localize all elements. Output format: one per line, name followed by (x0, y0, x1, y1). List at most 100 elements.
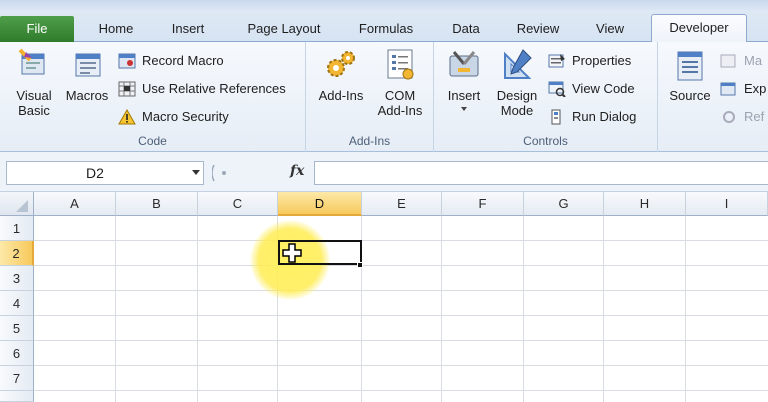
column-header-i[interactable]: I (686, 192, 768, 216)
run-dialog-button[interactable]: Run Dialog (548, 106, 636, 128)
map-properties-button[interactable]: Ma (720, 50, 762, 72)
gridline (685, 216, 686, 402)
gridline (115, 216, 116, 402)
properties-button[interactable]: Properties (548, 50, 631, 72)
use-relative-references-label: Use Relative References (142, 81, 286, 96)
select-all-corner[interactable] (0, 192, 34, 216)
row-header-5[interactable]: 5 (0, 316, 34, 341)
worksheet-grid[interactable]: A B C D E F G H I 1 2 3 4 5 6 7 (0, 192, 768, 402)
com-add-ins-button[interactable]: COM Add-Ins (370, 46, 430, 118)
name-box-dropdown-icon[interactable] (192, 170, 200, 175)
column-header-d[interactable]: D (278, 192, 362, 216)
name-box-value: D2 (86, 165, 104, 181)
group-code: Visual Basic Macros Record Macro Use Rel… (0, 42, 306, 152)
expansion-packs-button[interactable]: Exp (720, 78, 766, 100)
com-add-ins-icon (387, 49, 414, 80)
gridline (34, 340, 768, 341)
properties-icon (548, 53, 565, 68)
refresh-data-button[interactable]: Ref (720, 106, 764, 128)
properties-label: Properties (572, 53, 632, 68)
row-header-3[interactable]: 3 (0, 266, 34, 291)
gridline (603, 216, 604, 402)
expansion-packs-icon (720, 82, 736, 96)
tab-page-layout[interactable]: Page Layout (238, 18, 330, 42)
add-ins-button[interactable]: Add-Ins (312, 46, 370, 103)
relative-references-icon (118, 81, 136, 97)
column-header-c[interactable]: C (198, 192, 278, 216)
tab-file[interactable]: File (0, 16, 74, 42)
tab-formulas[interactable]: Formulas (350, 18, 422, 42)
com-add-ins-label: COM Add-Ins (377, 88, 423, 118)
row-header-2[interactable]: 2 (0, 241, 34, 266)
group-controls: Insert Design Mode Properties View Code … (434, 42, 658, 152)
gridline (34, 315, 768, 316)
gridline (523, 216, 524, 402)
gridline (34, 265, 768, 266)
column-header-h[interactable]: H (604, 192, 686, 216)
toolbox-icon (449, 51, 479, 77)
refresh-data-label: Ref (744, 109, 765, 124)
tab-view[interactable]: View (588, 18, 632, 42)
gridline (34, 390, 768, 391)
view-code-label: View Code (572, 81, 635, 96)
formula-bar-buttons: fx (211, 161, 312, 185)
row-header-4[interactable]: 4 (0, 291, 34, 316)
title-bar (0, 0, 768, 10)
macro-security-button[interactable]: Macro Security (118, 106, 229, 128)
select-all-icon (16, 200, 28, 212)
insert-control-button[interactable]: Insert (440, 46, 488, 111)
column-header-e[interactable]: E (362, 192, 442, 216)
column-header-f[interactable]: F (442, 192, 524, 216)
visual-basic-icon (18, 48, 45, 75)
row-header-7[interactable]: 7 (0, 366, 34, 391)
tab-insert[interactable]: Insert (160, 18, 216, 42)
row-header-1[interactable]: 1 (0, 216, 34, 241)
gridline (34, 240, 768, 241)
map-properties-icon (720, 54, 736, 68)
group-add-ins-label: Add-Ins (348, 134, 391, 148)
tab-data[interactable]: Data (444, 18, 488, 42)
insert-dropdown-icon (461, 107, 467, 111)
source-button[interactable]: Source (664, 46, 716, 103)
refresh-icon (723, 110, 735, 123)
gridline (34, 290, 768, 291)
macros-button[interactable]: Macros (62, 46, 112, 103)
view-code-icon (548, 81, 566, 97)
insert-function-icon[interactable]: fx (290, 163, 304, 179)
record-macro-icon (118, 53, 136, 69)
group-code-label: Code (138, 134, 167, 148)
run-dialog-icon (551, 109, 561, 125)
name-box[interactable]: D2 (6, 161, 204, 185)
cell-cursor-icon (282, 243, 302, 263)
source-label: Source (669, 88, 711, 103)
formula-bar: D2 fx (0, 152, 768, 192)
expansion-packs-label: Exp (744, 81, 767, 96)
macro-security-label: Macro Security (142, 109, 229, 124)
use-relative-references-button[interactable]: Use Relative References (118, 78, 286, 100)
gears-icon (327, 51, 355, 77)
design-mode-label: Design Mode (496, 88, 538, 118)
tab-developer[interactable]: Developer (651, 14, 747, 43)
column-header-a[interactable]: A (34, 192, 116, 216)
ribbon-tabs: File Home Insert Page Layout Formulas Da… (0, 10, 768, 43)
row-header-8[interactable] (0, 391, 34, 402)
map-properties-label: Ma (744, 53, 763, 68)
view-code-button[interactable]: View Code (548, 78, 635, 100)
record-macro-button[interactable]: Record Macro (118, 50, 224, 72)
macros-label: Macros (65, 88, 109, 103)
group-controls-label: Controls (523, 134, 568, 148)
warning-icon (118, 108, 136, 125)
visual-basic-button[interactable]: Visual Basic (8, 46, 60, 118)
column-header-b[interactable]: B (116, 192, 198, 216)
formula-input[interactable] (314, 161, 768, 185)
column-header-g[interactable]: G (524, 192, 604, 216)
tab-review[interactable]: Review (508, 18, 568, 42)
group-add-ins: Add-Ins COM Add-Ins Add-Ins (306, 42, 434, 152)
row-header-6[interactable]: 6 (0, 341, 34, 366)
macros-icon (75, 53, 101, 77)
tab-home[interactable]: Home (90, 18, 142, 42)
gridline (34, 365, 768, 366)
design-mode-button[interactable]: Design Mode (490, 46, 544, 118)
gridline (441, 216, 442, 402)
fill-handle[interactable] (357, 262, 363, 268)
